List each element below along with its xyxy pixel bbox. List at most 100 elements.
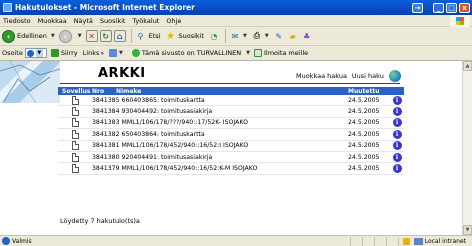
result-text[interactable]: 3841380 920404491: toimitusasiakirja bbox=[92, 154, 348, 161]
menu-file[interactable]: Tiedosto bbox=[3, 17, 31, 25]
result-text[interactable]: 3841379 MML1/106/178/452/940::16/52:K-M … bbox=[92, 165, 348, 172]
page-content: ARKKI Muokkaa hakua Uusi haku Sovellus N… bbox=[0, 61, 462, 235]
close-button[interactable]: x bbox=[459, 2, 470, 13]
forward-button[interactable]: › bbox=[58, 29, 74, 43]
go-button[interactable]: Siirry bbox=[50, 49, 78, 57]
security-zone[interactable]: Local intranet bbox=[397, 237, 472, 245]
toolbar-separator bbox=[130, 29, 132, 43]
mail-dropdown-icon[interactable]: ▼ bbox=[243, 33, 247, 39]
menu-bar: Tiedosto Muokkaa Näytä Suosikit Työkalut… bbox=[0, 15, 472, 27]
menu-edit[interactable]: Muokkaa bbox=[38, 17, 67, 25]
address-input[interactable]: ▼ bbox=[24, 48, 47, 58]
edit-search-link[interactable]: Muokkaa hakua bbox=[296, 72, 347, 80]
links-label: Links bbox=[82, 49, 100, 57]
table-row[interactable]: 3841384 930404492: toimitusasiakirja 24.… bbox=[58, 106, 404, 118]
info-icon[interactable]: i bbox=[392, 95, 402, 105]
result-text[interactable]: 3841385 660403865: toimituskartta bbox=[92, 97, 348, 104]
page-banner: ARKKI Muokkaa hakua Uusi haku bbox=[0, 61, 462, 104]
chevron-right-icon: » bbox=[100, 49, 105, 57]
search-label: Etsi bbox=[148, 32, 161, 40]
print-dropdown-icon[interactable]: ▼ bbox=[265, 33, 269, 39]
back-dropdown-icon[interactable]: ▼ bbox=[51, 33, 55, 39]
address-dropdown-icon[interactable]: ▼ bbox=[35, 49, 43, 57]
result-text[interactable]: 3841381 MML1/106/178/452/940::16/52:I IS… bbox=[92, 142, 348, 149]
menu-view[interactable]: Näytä bbox=[74, 17, 93, 25]
info-icon[interactable]: i bbox=[392, 152, 402, 162]
links-button[interactable]: Links » bbox=[83, 49, 104, 57]
history-icon[interactable]: ◔ bbox=[208, 30, 220, 42]
document-icon[interactable] bbox=[71, 152, 79, 162]
result-date: 24.5.2005 bbox=[348, 119, 380, 127]
status-pane bbox=[373, 236, 386, 246]
home-icon[interactable]: ⌂ bbox=[113, 30, 126, 42]
arrow-button[interactable]: → bbox=[412, 2, 423, 13]
vertical-scrollbar[interactable]: ▲ ▼ bbox=[462, 61, 472, 235]
info-icon[interactable]: i bbox=[392, 129, 402, 139]
menu-tools[interactable]: Työkalut bbox=[132, 17, 159, 25]
go-label: Siirry bbox=[60, 49, 78, 57]
scroll-up-icon[interactable]: ▲ bbox=[463, 61, 472, 71]
document-icon[interactable] bbox=[71, 118, 79, 128]
safety-indicator[interactable]: Tämä sivusto on TURVALLINEN bbox=[131, 49, 241, 57]
result-text[interactable]: 3841382 650403864: toimituskartta bbox=[92, 131, 348, 138]
back-button[interactable]: ‹ Edellinen bbox=[2, 29, 47, 43]
col-number[interactable]: Nro bbox=[92, 88, 116, 95]
menu-favorites[interactable]: Suosikit bbox=[100, 17, 126, 25]
info-icon[interactable]: i bbox=[392, 164, 402, 174]
toolbar-tools-button[interactable]: ▼ bbox=[109, 49, 127, 57]
table-row[interactable]: 3841385 660403865: toimituskartta 24.5.2… bbox=[58, 95, 404, 107]
messenger-icon[interactable]: ♣ bbox=[301, 30, 313, 42]
results-table: Sovellus Nro Nimeke Muutettu 3841385 660… bbox=[58, 87, 404, 175]
table-row[interactable]: 3841380 920404491: toimitusasiakirja 24.… bbox=[58, 152, 404, 164]
result-text[interactable]: 3841384 930404492: toimitusasiakirja bbox=[92, 108, 348, 115]
document-icon[interactable] bbox=[71, 129, 79, 139]
edit-icon[interactable]: ✎ bbox=[273, 30, 285, 42]
feedback-button[interactable]: Ilmoita meille bbox=[254, 49, 308, 57]
info-icon[interactable]: i bbox=[392, 141, 402, 151]
window-title: Hakutulokset - Microsoft Internet Explor… bbox=[15, 3, 195, 12]
col-name[interactable]: Nimeke bbox=[116, 88, 348, 95]
toolbar: ‹ Edellinen ▼ › ▼ ✕ ↻ ⌂ ⚲ Etsi ★ Suosiki… bbox=[0, 27, 472, 46]
document-icon[interactable] bbox=[71, 164, 79, 174]
title-bar: Hakutulokset - Microsoft Internet Explor… bbox=[0, 0, 472, 15]
status-text-area: Valmis bbox=[0, 237, 350, 245]
feedback-label: Ilmoita meille bbox=[264, 49, 309, 57]
favorites-button[interactable]: ★ Suosikit bbox=[164, 30, 204, 42]
folder-icon[interactable]: ▰ bbox=[287, 30, 299, 42]
mail-icon[interactable]: ✉ bbox=[229, 30, 241, 42]
result-text[interactable]: 3841383 MML1/106/178/???/940::17/52K- IS… bbox=[92, 119, 348, 126]
document-icon[interactable] bbox=[71, 141, 79, 151]
scroll-down-icon[interactable]: ▼ bbox=[463, 225, 472, 235]
col-app[interactable]: Sovellus bbox=[58, 88, 92, 95]
new-search-link[interactable]: Uusi haku bbox=[352, 72, 384, 80]
print-icon[interactable]: ⎙ bbox=[251, 30, 263, 42]
toolbar-separator bbox=[225, 29, 227, 43]
search-button[interactable]: ⚲ Etsi bbox=[135, 30, 161, 42]
table-row[interactable]: 3841381 MML1/106/178/452/940::16/52:I IS… bbox=[58, 141, 404, 152]
info-icon[interactable]: i bbox=[392, 118, 402, 128]
table-row[interactable]: 3841382 650403864: toimituskartta 24.5.2… bbox=[58, 129, 404, 141]
table-row[interactable]: 3841379 MML1/106/178/452/940::16/52:K-M … bbox=[58, 163, 404, 175]
refresh-icon[interactable]: ↻ bbox=[99, 30, 112, 42]
globe-icon[interactable] bbox=[388, 70, 401, 82]
maximize-button[interactable]: □ bbox=[446, 2, 457, 13]
result-date: 24.5.2005 bbox=[348, 153, 380, 161]
report-icon bbox=[254, 49, 262, 57]
minimize-button[interactable]: _ bbox=[433, 2, 444, 13]
result-date: 24.5.2005 bbox=[348, 96, 380, 104]
menu-help[interactable]: Ohje bbox=[166, 17, 181, 25]
result-date: 24.5.2005 bbox=[348, 108, 380, 116]
safety-dropdown-icon[interactable]: ▼ bbox=[246, 50, 250, 56]
info-icon[interactable]: i bbox=[392, 107, 402, 117]
col-modified[interactable]: Muutettu bbox=[348, 88, 404, 95]
lock-icon bbox=[402, 237, 410, 245]
tools-dropdown-icon: ▼ bbox=[119, 50, 123, 56]
document-icon[interactable] bbox=[71, 107, 79, 117]
status-pane bbox=[361, 236, 374, 246]
forward-dropdown-icon[interactable]: ▼ bbox=[78, 33, 82, 39]
tools-icon bbox=[109, 49, 118, 57]
star-icon: ★ bbox=[165, 30, 175, 42]
stop-icon[interactable]: ✕ bbox=[85, 30, 98, 42]
document-icon[interactable] bbox=[71, 95, 79, 105]
table-row[interactable]: 3841383 MML1/106/178/???/940::17/52K- IS… bbox=[58, 118, 404, 130]
